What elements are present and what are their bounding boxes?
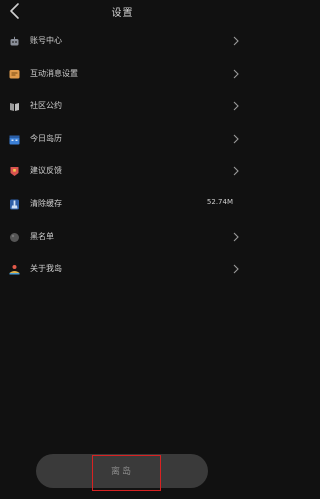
ball-icon	[10, 232, 19, 242]
broom-icon	[10, 199, 19, 210]
settings-list: 账号中心 互动消息设置 社区公约 今日岛历 建议反馈 清除缓存 52.74M 黑…	[0, 26, 245, 287]
settings-item-label: 建议反馈	[30, 166, 62, 176]
robot-icon	[10, 36, 19, 46]
settings-item-calendar[interactable]: 今日岛历	[0, 124, 245, 157]
settings-item-community[interactable]: 社区公约	[0, 91, 245, 124]
settings-item-label: 社区公约	[30, 101, 62, 111]
highlight-annotation	[92, 455, 161, 491]
chevron-right-icon	[233, 101, 239, 111]
chevron-right-icon	[233, 264, 239, 274]
settings-item-message[interactable]: 互动消息设置	[0, 59, 245, 92]
settings-item-feedback[interactable]: 建议反馈	[0, 156, 245, 189]
settings-item-account[interactable]: 账号中心	[0, 26, 245, 59]
settings-item-clear-cache[interactable]: 清除缓存 52.74M	[0, 189, 245, 222]
settings-item-label: 黑名单	[30, 231, 54, 241]
calendar-icon	[9, 135, 20, 145]
settings-item-about[interactable]: 关于我岛	[0, 254, 245, 287]
top-bar: 设置	[0, 0, 245, 26]
settings-item-label: 账号中心	[30, 36, 62, 45]
island-icon	[9, 265, 20, 275]
chevron-right-icon	[233, 69, 239, 78]
page-title: 设置	[111, 8, 134, 19]
chevron-right-icon	[233, 166, 239, 176]
settings-item-label: 关于我岛	[30, 264, 62, 274]
chevron-right-icon	[233, 36, 239, 46]
chevron-right-icon	[233, 232, 239, 241]
message-icon	[9, 69, 20, 79]
chevron-right-icon	[233, 134, 239, 144]
book-icon	[10, 103, 19, 112]
settings-item-label: 互动消息设置	[30, 68, 78, 78]
settings-item-label: 今日岛历	[30, 133, 62, 143]
settings-item-label: 清除缓存	[30, 198, 62, 208]
settings-item-blacklist[interactable]: 黑名单	[0, 222, 245, 255]
cache-size-value: 52.74M	[206, 198, 233, 207]
feedback-icon	[10, 167, 19, 177]
